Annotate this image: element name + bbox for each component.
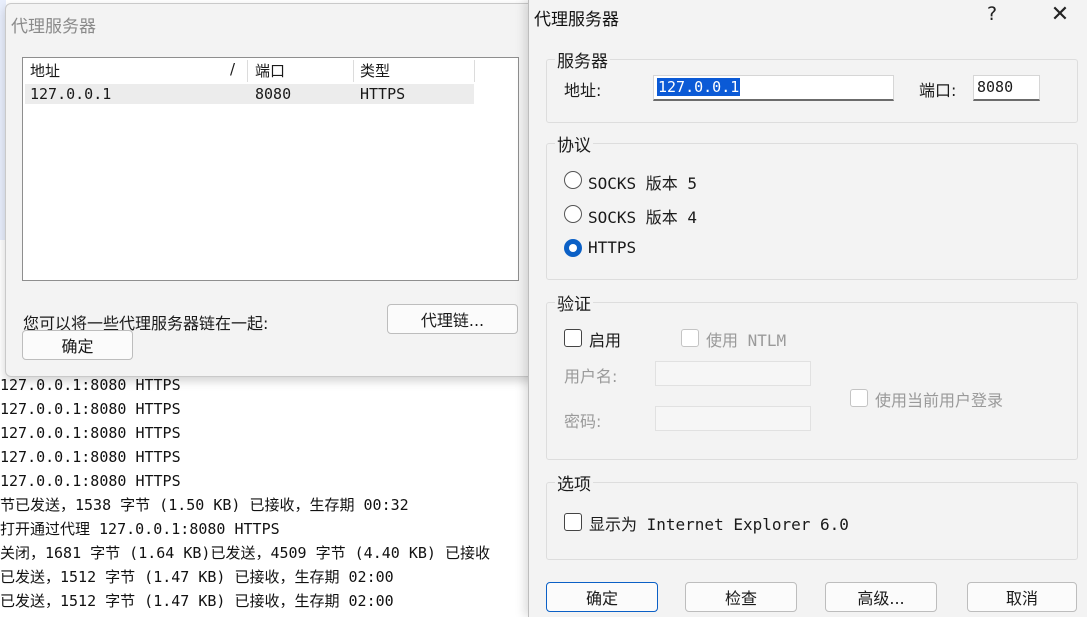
close-icon[interactable]: ✕ bbox=[1047, 2, 1073, 28]
auth-group bbox=[546, 302, 1078, 460]
log-line: 127.0.0.1:8080 HTTPS bbox=[0, 448, 181, 466]
auth-group-label: 验证 bbox=[555, 290, 593, 315]
username-label: 用户名: bbox=[564, 367, 618, 386]
proxy-chain-button[interactable]: 代理链... bbox=[387, 304, 518, 334]
socks4-radio[interactable] bbox=[564, 205, 582, 223]
address-field[interactable]: 127.0.0.1 bbox=[653, 75, 894, 101]
password-label: 密码: bbox=[564, 412, 602, 431]
show-as-ie-label[interactable]: 显示为 Internet Explorer 6.0 bbox=[589, 511, 849, 535]
check-button[interactable]: 检查 bbox=[685, 582, 797, 612]
column-divider[interactable] bbox=[353, 60, 354, 82]
log-line: 127.0.0.1:8080 HTTPS bbox=[0, 472, 181, 490]
port-field[interactable]: 8080 bbox=[973, 75, 1040, 101]
username-field[interactable] bbox=[655, 361, 811, 386]
port-label: 端口: bbox=[919, 81, 957, 100]
address-label: 地址: bbox=[564, 81, 602, 100]
log-line: 关闭，1681 字节 (1.64 KB)已发送，4509 字节 (4.40 KB… bbox=[0, 544, 490, 562]
ok-button[interactable]: 确定 bbox=[22, 330, 133, 360]
column-header-address[interactable]: 地址 bbox=[30, 60, 60, 82]
log-line: 127.0.0.1:8080 HTTPS bbox=[0, 376, 181, 394]
column-header-type[interactable]: 类型 bbox=[360, 60, 390, 82]
socks5-label[interactable]: SOCKS 版本 5 bbox=[588, 170, 697, 194]
cell-type: HTTPS bbox=[360, 85, 406, 103]
log-line: 节已发送，1538 字节 (1.50 KB) 已接收，生存期 00:32 bbox=[0, 496, 409, 514]
https-radio[interactable] bbox=[564, 239, 582, 257]
dialog-title: 代理服务器 bbox=[11, 17, 96, 37]
cancel-button[interactable]: 取消 bbox=[967, 582, 1077, 612]
column-header-port[interactable]: 端口 bbox=[255, 60, 285, 82]
log-line: 127.0.0.1:8080 HTTPS bbox=[0, 424, 181, 442]
enable-auth-label[interactable]: 启用 bbox=[589, 327, 621, 351]
log-line: 打开通过代理 127.0.0.1:8080 HTTPS bbox=[0, 520, 280, 538]
current-user-checkbox[interactable] bbox=[850, 389, 868, 407]
address-value: 127.0.0.1 bbox=[657, 78, 741, 96]
options-group-label: 选项 bbox=[555, 470, 593, 495]
log-line: 127.0.0.1:8080 HTTPS bbox=[0, 400, 181, 418]
enable-auth-checkbox[interactable] bbox=[564, 329, 582, 347]
cell-port: 8080 bbox=[255, 85, 292, 103]
dialog-title: 代理服务器 bbox=[534, 10, 619, 30]
log-line: 已发送，1512 字节 (1.47 KB) 已接收，生存期 02:00 bbox=[0, 592, 394, 610]
log-line: 已发送，1512 字节 (1.47 KB) 已接收，生存期 02:00 bbox=[0, 568, 394, 586]
proxy-table[interactable]: 地址 / 端口 类型 127.0.0.1 8080 HTTPS bbox=[22, 57, 519, 281]
sort-indicator: / bbox=[230, 60, 236, 78]
protocol-group-label: 协议 bbox=[555, 131, 593, 156]
current-user-label[interactable]: 使用当前用户登录 bbox=[875, 387, 1003, 411]
proxy-server-dialog: 代理服务器 ? ✕ 服务器 地址: 127.0.0.1 端口: 8080 协议 … bbox=[528, 0, 1087, 617]
proxy-list-dialog: 代理服务器 地址 / 端口 类型 127.0.0.1 8080 HTTPS 您可… bbox=[5, 3, 547, 377]
ok-button[interactable]: 确定 bbox=[546, 582, 658, 612]
socks5-radio[interactable] bbox=[564, 171, 582, 189]
column-divider[interactable] bbox=[474, 60, 475, 82]
advanced-button[interactable]: 高级... bbox=[825, 582, 937, 612]
cell-address: 127.0.0.1 bbox=[30, 85, 112, 103]
show-as-ie-checkbox[interactable] bbox=[564, 513, 582, 531]
socks4-label[interactable]: SOCKS 版本 4 bbox=[588, 204, 697, 228]
ntlm-label[interactable]: 使用 NTLM bbox=[706, 327, 786, 351]
password-field[interactable] bbox=[655, 406, 811, 431]
ntlm-checkbox[interactable] bbox=[681, 329, 699, 347]
server-group-label: 服务器 bbox=[555, 47, 610, 72]
column-divider[interactable] bbox=[247, 60, 248, 82]
https-label[interactable]: HTTPS bbox=[588, 238, 636, 257]
help-button[interactable]: ? bbox=[981, 3, 1003, 29]
